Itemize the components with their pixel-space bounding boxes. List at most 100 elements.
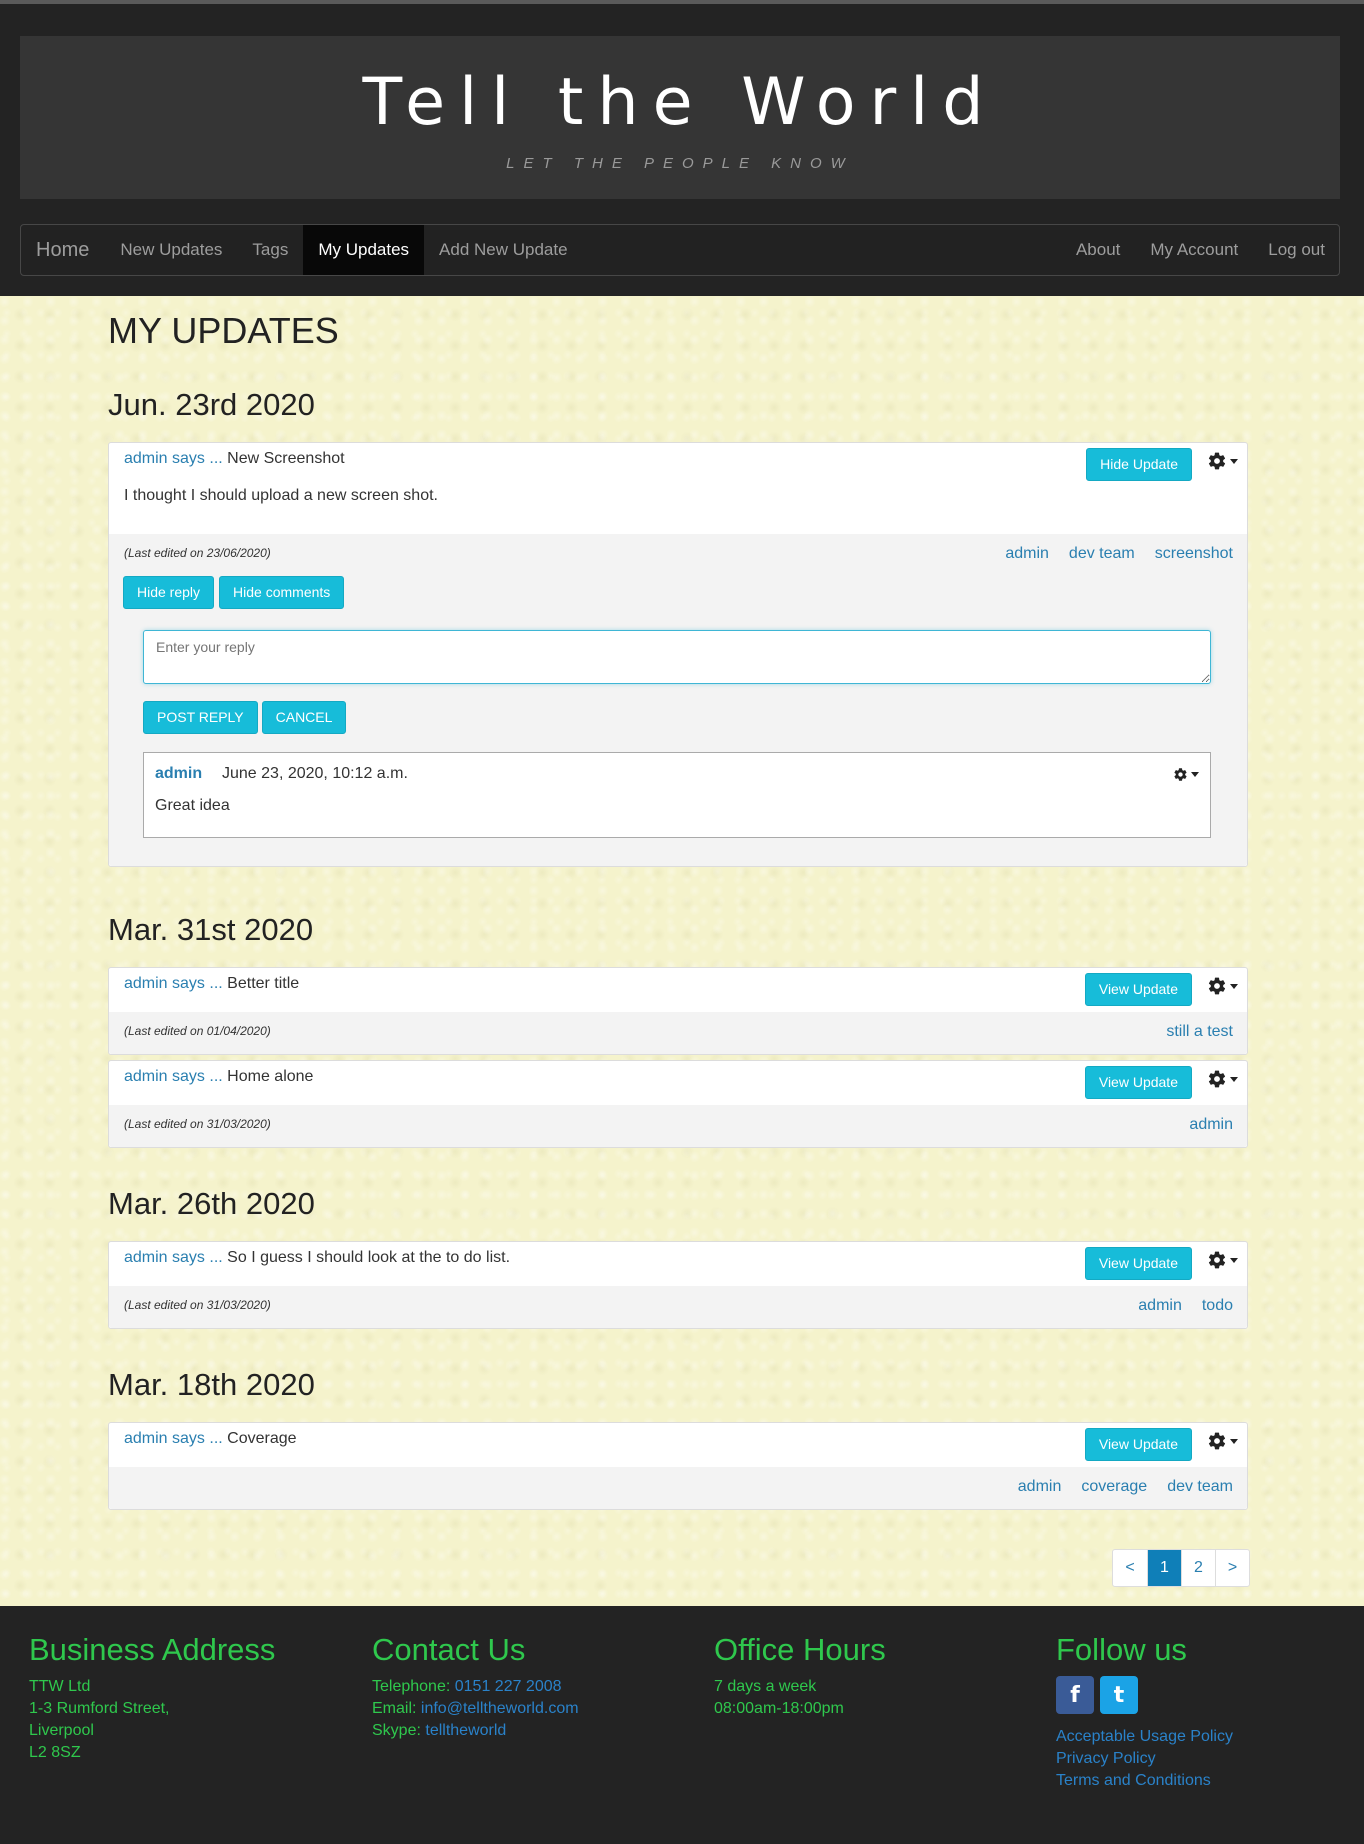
caret-down-icon [1230,1438,1238,1444]
update-footer: (Last edited on 01/04/2020) still a test [109,1012,1247,1054]
nav-my-updates[interactable]: My Updates [303,225,425,275]
address-line: 1-3 Rumford Street, [29,1700,170,1717]
twitter-icon[interactable]: t [1100,1676,1138,1714]
update-title: Better title [227,975,300,992]
caret-down-icon [1230,1257,1238,1263]
update-title-line: admin says ... So I guess I should look … [124,1249,510,1267]
nav-my-account[interactable]: My Account [1135,225,1253,275]
social-links: f t [1056,1676,1233,1714]
skype-label: Skype: [372,1722,421,1739]
update-separator: ... [209,1430,223,1447]
gear-icon [1174,768,1187,781]
update-panel: admin says ... New Screenshot Hide Updat… [108,442,1248,867]
address-line: TTW Ltd [29,1678,91,1695]
tag-link[interactable]: admin [1189,1116,1233,1134]
tag-link[interactable]: dev team [1069,545,1135,563]
last-edited: (Last edited on 01/04/2020) [124,1024,271,1038]
caret-down-icon [1191,772,1199,777]
nav-home[interactable]: Home [21,225,105,275]
caret-down-icon [1230,983,1238,989]
nav-about[interactable]: About [1061,225,1135,275]
pagination-page-1[interactable]: 1 [1147,1550,1181,1586]
comment-author[interactable]: admin [155,765,202,783]
nav-log-out[interactable]: Log out [1253,225,1339,275]
update-body: I thought I should upload a new screen s… [124,487,438,504]
hide-update-button[interactable]: Hide Update [1086,448,1192,481]
follow-us: Follow us f t Acceptable Usage Policy Pr… [1056,1632,1233,1792]
tag-link[interactable]: admin [1018,1478,1062,1496]
tag-link[interactable]: admin [1005,545,1049,563]
hide-comments-button[interactable]: Hide comments [219,576,345,609]
update-author[interactable]: admin says [124,1249,205,1266]
business-address: Business Address TTW Ltd 1-3 Rumford Str… [29,1632,275,1764]
comment: admin June 23, 2020, 10:12 a.m. Great id… [143,752,1211,838]
tag-link[interactable]: screenshot [1155,545,1233,563]
post-reply-button[interactable]: POST REPLY [143,701,258,734]
comment-settings-dropdown[interactable] [1173,767,1199,782]
nav-left: Home New Updates Tags My Updates Add New… [21,225,583,275]
site-tagline: LET THE PEOPLE KNOW [506,155,854,172]
tag-list: still a test [1166,1023,1233,1041]
settings-dropdown[interactable] [1207,1069,1238,1089]
site-title: Tell the World [362,65,998,140]
terms-and-conditions-link[interactable]: Terms and Conditions [1056,1770,1233,1792]
cancel-button[interactable]: CANCEL [261,701,347,734]
view-update-button[interactable]: View Update [1084,1066,1192,1099]
office-hours-heading: Office Hours [714,1632,886,1667]
update-title: Home alone [227,1068,314,1085]
gear-icon [1208,1432,1226,1450]
skype-line: Skype: telltheworld [372,1720,579,1742]
date-heading: Jun. 23rd 2020 [108,387,315,422]
settings-dropdown[interactable] [1207,1250,1238,1270]
update-title: New Screenshot [227,450,345,467]
view-update-button[interactable]: View Update [1084,1247,1192,1280]
view-update-button[interactable]: View Update [1084,1428,1192,1461]
tag-link[interactable]: dev team [1167,1478,1233,1496]
pagination: < 1 2 > [1112,1549,1250,1587]
settings-dropdown[interactable] [1207,451,1238,471]
tag-list: admin coverage dev team [1018,1478,1233,1496]
update-title-line: admin says ... New Screenshot [124,450,345,468]
comment-timestamp: June 23, 2020, 10:12 a.m. [222,765,408,782]
update-separator: ... [209,1249,223,1266]
privacy-policy-link[interactable]: Privacy Policy [1056,1748,1233,1770]
hide-reply-button[interactable]: Hide reply [123,576,215,609]
follow-us-heading: Follow us [1056,1632,1187,1667]
email-label: Email: [372,1700,417,1717]
tag-link[interactable]: coverage [1081,1478,1147,1496]
skype-link[interactable]: telltheworld [425,1722,506,1739]
nav-add-new-update[interactable]: Add New Update [424,225,583,275]
update-author[interactable]: admin says [124,1430,205,1447]
update-author[interactable]: admin says [124,1068,205,1085]
telephone-link[interactable]: 0151 227 2008 [455,1678,562,1695]
pagination-next[interactable]: > [1215,1550,1249,1586]
update-separator: ... [209,975,223,992]
pagination-prev[interactable]: < [1113,1550,1147,1586]
gear-icon [1208,1251,1226,1269]
update-author[interactable]: admin says [124,450,205,467]
hours-line: 08:00am-18:00pm [714,1700,844,1717]
settings-dropdown[interactable] [1207,1431,1238,1451]
nav-tags[interactable]: Tags [237,225,303,275]
gear-icon [1208,452,1226,470]
view-update-button[interactable]: View Update [1084,973,1192,1006]
email-link[interactable]: info@telltheworld.com [421,1700,579,1717]
tag-list: admin dev team screenshot [1005,545,1233,563]
update-title-line: admin says ... Coverage [124,1430,297,1448]
tag-link[interactable]: still a test [1166,1023,1233,1041]
update-header: admin says ... Coverage View Update [109,1423,1247,1467]
date-heading: Mar. 31st 2020 [108,912,314,947]
comment-text: Great idea [155,797,230,814]
tag-link[interactable]: admin [1138,1297,1182,1315]
nav-new-updates[interactable]: New Updates [105,225,237,275]
update-author[interactable]: admin says [124,975,205,992]
acceptable-usage-policy-link[interactable]: Acceptable Usage Policy [1056,1726,1233,1748]
facebook-icon[interactable]: f [1056,1676,1094,1714]
nav-right: About My Account Log out [1061,225,1339,275]
telephone-label: Telephone: [372,1678,451,1695]
settings-dropdown[interactable] [1207,976,1238,996]
pagination-page-2[interactable]: 2 [1181,1550,1215,1586]
caret-down-icon [1230,1076,1238,1082]
reply-input[interactable] [143,630,1211,684]
tag-link[interactable]: todo [1202,1297,1233,1315]
